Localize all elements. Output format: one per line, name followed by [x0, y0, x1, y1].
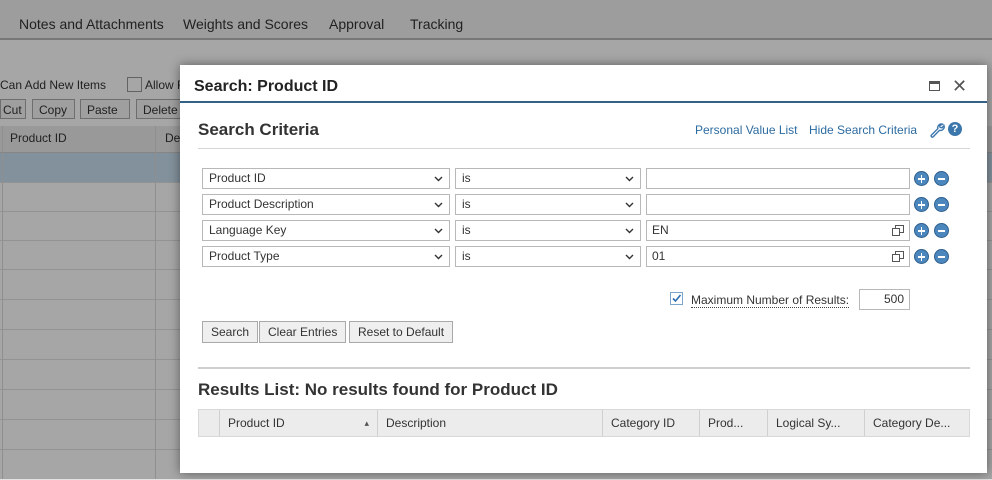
- results-title: Results List: No results found for Produ…: [198, 380, 558, 399]
- add-row-icon[interactable]: [914, 223, 929, 238]
- chevron-down-icon: [434, 254, 443, 260]
- value-input[interactable]: 01: [646, 246, 910, 267]
- max-results-input[interactable]: 500: [859, 289, 910, 310]
- operator-select[interactable]: is: [455, 194, 641, 215]
- column-label: Product ID: [228, 416, 285, 430]
- operator-select-value: is: [462, 171, 471, 185]
- value-input[interactable]: [646, 168, 910, 189]
- chevron-down-icon: [434, 176, 443, 182]
- operator-select[interactable]: is: [455, 220, 641, 241]
- column-logical-system[interactable]: Logical Sy...: [767, 410, 864, 436]
- add-row-icon[interactable]: [914, 249, 929, 264]
- results-table-header: Product ID ▴ Description Category ID Pro…: [198, 409, 970, 437]
- value-help-icon[interactable]: [892, 251, 904, 262]
- value-help-icon[interactable]: [892, 225, 904, 236]
- value-input-text: 01: [652, 249, 666, 263]
- field-select[interactable]: Product ID: [202, 168, 450, 189]
- field-select-value: Product ID: [209, 171, 266, 185]
- operator-select-value: is: [462, 223, 471, 237]
- criteria-divider: [198, 148, 970, 149]
- hide-search-criteria-link[interactable]: Hide Search Criteria: [809, 123, 917, 137]
- remove-row-icon[interactable]: [934, 171, 949, 186]
- add-row-icon[interactable]: [914, 197, 929, 212]
- dialog-header: Search: Product ID ✕: [180, 65, 987, 103]
- reset-to-default-button[interactable]: Reset to Default: [349, 321, 454, 343]
- value-input[interactable]: [646, 194, 910, 215]
- sort-icon[interactable]: ▴: [364, 410, 369, 436]
- field-select-value: Product Type: [209, 249, 280, 263]
- chevron-down-icon: [434, 202, 443, 208]
- chevron-down-icon: [625, 228, 634, 234]
- row-selector-column[interactable]: [199, 410, 219, 436]
- operator-select-value: is: [462, 249, 471, 263]
- chevron-down-icon: [625, 254, 634, 260]
- search-button[interactable]: Search: [202, 321, 259, 343]
- search-dialog: Search: Product ID ✕ Search Criteria Per…: [180, 65, 987, 473]
- search-criteria-title: Search Criteria: [198, 120, 319, 139]
- wrench-icon[interactable]: [929, 122, 945, 141]
- chevron-down-icon: [434, 228, 443, 234]
- column-category-id[interactable]: Category ID: [602, 410, 699, 436]
- personal-value-list-link[interactable]: Personal Value List: [695, 123, 798, 137]
- value-input-text: EN: [652, 223, 669, 237]
- chevron-down-icon: [625, 176, 634, 182]
- remove-row-icon[interactable]: [934, 249, 949, 264]
- help-icon[interactable]: ?: [948, 122, 962, 136]
- add-row-icon[interactable]: [914, 171, 929, 186]
- remove-row-icon[interactable]: [934, 197, 949, 212]
- field-select[interactable]: Language Key: [202, 220, 450, 241]
- operator-select[interactable]: is: [455, 246, 641, 267]
- chevron-down-icon: [625, 202, 634, 208]
- field-select[interactable]: Product Description: [202, 194, 450, 215]
- column-product-type[interactable]: Prod...: [699, 410, 767, 436]
- results-divider: [198, 367, 970, 369]
- column-category-description[interactable]: Category De...: [864, 410, 969, 436]
- remove-row-icon[interactable]: [934, 223, 949, 238]
- column-product-id[interactable]: Product ID ▴: [219, 410, 377, 436]
- field-select-value: Language Key: [209, 223, 287, 237]
- clear-entries-button[interactable]: Clear Entries: [259, 321, 347, 343]
- operator-select[interactable]: is: [455, 168, 641, 189]
- dialog-title: Search: Product ID: [194, 78, 339, 95]
- checkmark-icon: [672, 294, 682, 303]
- field-select-value: Product Description: [209, 197, 314, 211]
- column-description[interactable]: Description: [377, 410, 602, 436]
- close-icon[interactable]: ✕: [952, 77, 967, 95]
- field-select[interactable]: Product Type: [202, 246, 450, 267]
- maximize-icon[interactable]: [929, 81, 940, 91]
- max-results-label: Maximum Number of Results:: [691, 293, 850, 308]
- operator-select-value: is: [462, 197, 471, 211]
- value-input[interactable]: EN: [646, 220, 910, 241]
- max-results-checkbox[interactable]: [670, 292, 683, 305]
